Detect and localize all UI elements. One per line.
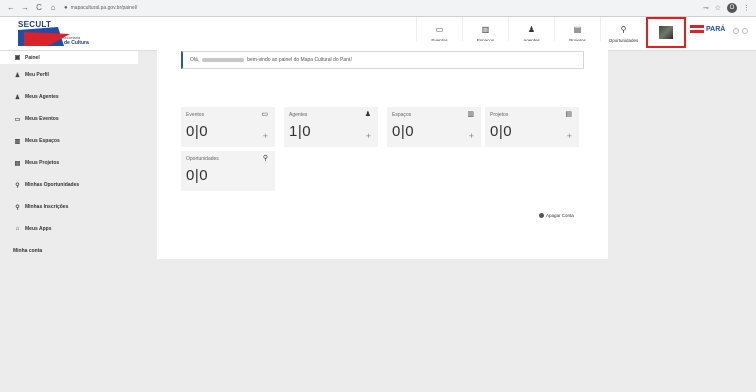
url-text: mapacultural.pa.gov.br/painel/ — [70, 5, 138, 11]
redacted-username — [202, 58, 245, 62]
sidebar-item-label: Meus Projetos — [25, 160, 60, 166]
sidebar-item-meus-apps[interactable]: ⌂ Meus Apps — [0, 218, 138, 240]
sidebar-item-label: Meu Perfil — [25, 72, 49, 78]
card-title: Projetos — [490, 112, 509, 118]
document-icon: ▤ — [573, 25, 582, 34]
forward-icon[interactable]: → — [20, 3, 30, 13]
nav-label: Oportunidades — [608, 38, 639, 43]
lightbulb-icon: ⚲ — [15, 204, 20, 211]
lightbulb-icon: ⚲ — [15, 182, 20, 189]
browser-actions: ⊸ ☆ O ⋮ — [703, 3, 750, 13]
trash-icon — [539, 213, 544, 218]
calendar-icon: ▭ — [261, 111, 268, 118]
add-projeto-button[interactable]: + — [567, 131, 572, 141]
card-title: Espaços — [392, 112, 412, 118]
app-icon: ⌂ — [15, 226, 20, 232]
card-agentes[interactable]: Agentes ♟ 1|0 + — [284, 107, 378, 147]
card-projetos[interactable]: Projetos ▤ 0|0 + — [485, 107, 579, 147]
sidebar-item-label: Minhas Inscrições — [25, 204, 69, 210]
add-espaco-button[interactable]: + — [469, 131, 474, 141]
card-value: 1|0 — [289, 123, 312, 140]
welcome-prefix: Olá, — [190, 57, 200, 63]
sidebar-item-label: Meus Eventos — [25, 116, 59, 122]
menu-icon[interactable]: ⋮ — [743, 4, 750, 12]
sidebar-item-label: Minhas Oportunidades — [25, 182, 80, 188]
calendar-icon: ▭ — [14, 116, 21, 123]
contrast-icon[interactable] — [742, 28, 748, 34]
para-flag-icon — [690, 25, 704, 33]
accessibility-icon[interactable] — [733, 28, 739, 34]
sidebar-item-minha-conta[interactable]: Minha conta — [0, 240, 138, 262]
sidebar-item-meu-perfil[interactable]: ♟ Meu Perfil — [0, 64, 138, 86]
person-icon: ♟ — [14, 72, 21, 79]
logo-subtitle-2: de Cultura — [64, 40, 89, 46]
card-eventos[interactable]: Eventos ▭ 0|0 + — [181, 107, 275, 147]
delete-account-label: Apagar Conta — [546, 213, 574, 218]
user-avatar-button[interactable] — [646, 17, 686, 48]
sidebar-item-meus-agentes[interactable]: ♟ Meus Agentes — [0, 86, 138, 108]
person-icon: ♟ — [527, 25, 536, 34]
document-icon: ▤ — [565, 111, 572, 118]
card-title: Oportunidades — [186, 156, 219, 162]
back-icon[interactable]: ← — [6, 3, 16, 13]
sidebar-item-meus-espacos[interactable]: ▥ Meus Espaços — [0, 130, 138, 152]
welcome-suffix: bem-vindo ao painel do Mapa Cultural do … — [247, 57, 352, 63]
delete-account-link[interactable]: Apagar Conta — [539, 213, 574, 218]
sidebar-item-label: Painel — [25, 54, 40, 61]
people-icon: ♟ — [14, 94, 21, 101]
header-extra-icons — [733, 28, 748, 34]
welcome-message: Olá, bem-vindo ao painel do Mapa Cultura… — [181, 51, 584, 69]
card-value: 0|0 — [490, 123, 513, 140]
card-value: 0|0 — [186, 167, 209, 184]
card-oportunidades[interactable]: Oportunidades ⚲ 0|0 — [181, 151, 275, 191]
sidebar-item-minhas-inscricoes[interactable]: ⚲ Minhas Inscrições — [0, 196, 138, 218]
building-icon: ▥ — [467, 111, 474, 118]
lock-icon: ● — [64, 5, 68, 11]
extension-icon[interactable]: ⊸ — [703, 4, 709, 12]
add-evento-button[interactable]: + — [263, 131, 268, 141]
para-logo-text: PARÁ — [706, 25, 726, 33]
card-title: Agentes — [289, 112, 308, 118]
add-agente-button[interactable]: + — [366, 131, 371, 141]
sidebar-item-minhas-oportunidades[interactable]: ⚲ Minhas Oportunidades — [0, 174, 138, 196]
sidebar-item-label: Minha conta — [13, 248, 43, 254]
reload-icon[interactable]: C — [34, 3, 44, 13]
card-title: Eventos — [186, 112, 205, 118]
sidebar-item-label: Meus Agentes — [25, 94, 59, 100]
card-value: 0|0 — [392, 123, 415, 140]
logo-title: SECULT — [18, 20, 52, 29]
secult-logo[interactable]: SECULT Secretaria de Cultura — [18, 20, 102, 46]
person-icon: ♟ — [364, 111, 371, 118]
avatar — [659, 26, 673, 39]
sidebar-item-meus-projetos[interactable]: ▤ Meus Projetos — [0, 152, 138, 174]
profile-icon[interactable]: O — [727, 3, 737, 13]
building-icon: ▥ — [481, 25, 490, 34]
card-value: 0|0 — [186, 123, 209, 140]
dashboard-panel: Olá, bem-vindo ao painel do Mapa Cultura… — [157, 41, 608, 259]
para-state-logo[interactable]: PARÁ — [690, 25, 725, 33]
lightbulb-icon: ⚲ — [620, 25, 627, 34]
card-espacos[interactable]: Espaços ▥ 0|0 + — [387, 107, 481, 147]
calendar-icon: ▭ — [435, 25, 444, 34]
building-icon: ▥ — [14, 138, 21, 145]
document-icon: ▤ — [14, 160, 21, 167]
lightbulb-icon: ⚲ — [262, 155, 268, 162]
sidebar-item-meus-eventos[interactable]: ▭ Meus Eventos — [0, 108, 138, 130]
address-bar[interactable]: ● mapacultural.pa.gov.br/painel/ — [64, 3, 137, 14]
sidebar-item-label: Meus Apps — [25, 226, 52, 232]
home-icon[interactable]: ⌂ — [48, 3, 58, 13]
browser-toolbar: ← → C ⌂ ● mapacultural.pa.gov.br/painel/… — [0, 0, 756, 17]
dashboard-icon: ▣ — [14, 55, 21, 61]
star-icon[interactable]: ☆ — [715, 4, 721, 12]
sidebar: ▣ Painel ♟ Meu Perfil ♟ Meus Agentes ▭ M… — [0, 51, 138, 392]
sidebar-item-label: Meus Espaços — [25, 138, 60, 144]
sidebar-item-painel[interactable]: ▣ Painel — [0, 51, 138, 64]
